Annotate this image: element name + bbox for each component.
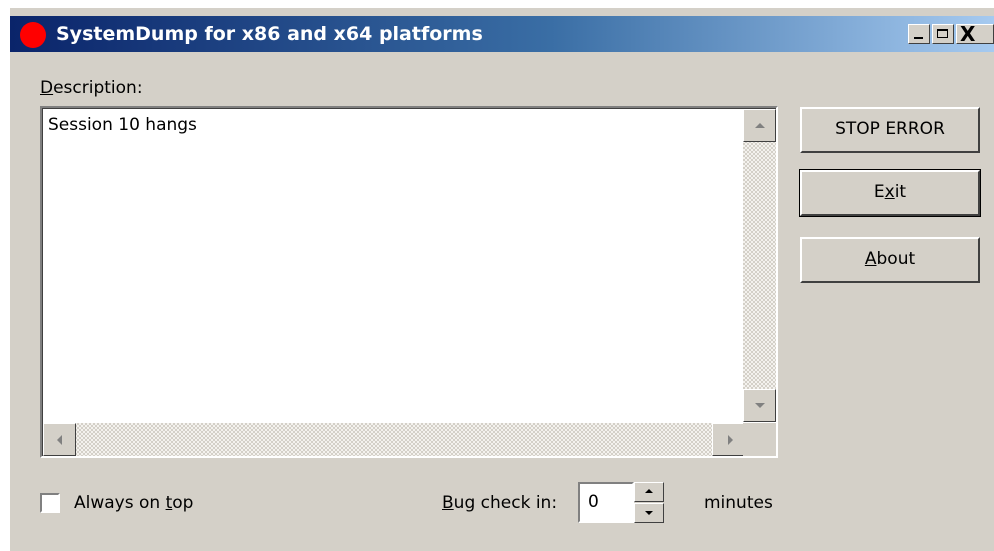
scrollbar-corner xyxy=(743,423,776,456)
scroll-down-button[interactable] xyxy=(743,389,776,422)
always-on-top-label-start: Always on xyxy=(74,493,166,513)
spin-up-icon xyxy=(645,489,653,493)
always-on-top-label-end: op xyxy=(172,493,194,513)
spin-up-button[interactable] xyxy=(634,482,664,502)
scroll-left-button[interactable] xyxy=(43,423,76,456)
horizontal-scrollbar[interactable] xyxy=(43,423,745,456)
description-text: Session 10 hangs xyxy=(48,115,197,135)
minutes-label: minutes xyxy=(704,493,773,513)
close-button[interactable]: X xyxy=(956,22,994,46)
about-button[interactable]: About xyxy=(800,237,980,283)
textarea-inner: Session 10 hangs xyxy=(42,108,776,456)
scroll-right-button[interactable] xyxy=(712,423,745,456)
vertical-scrollbar[interactable] xyxy=(743,109,776,422)
arrow-left-icon xyxy=(57,435,62,445)
systemdump-window: SystemDump for x86 and x64 platforms X D… xyxy=(10,8,994,551)
bug-check-label-rest: ug check in: xyxy=(453,493,558,513)
always-on-top-checkbox[interactable] xyxy=(40,493,60,513)
scroll-up-button[interactable] xyxy=(743,109,776,142)
stop-error-button[interactable]: STOP ERROR xyxy=(800,107,980,153)
minimize-icon xyxy=(914,37,923,39)
exit-label-start: E xyxy=(873,182,885,202)
about-label-rest: bout xyxy=(876,249,916,269)
bug-check-label: Bug check in: xyxy=(442,493,557,513)
window-title: SystemDump for x86 and x64 platforms xyxy=(56,23,483,45)
arrow-up-icon xyxy=(755,123,765,128)
title-bar[interactable]: SystemDump for x86 and x64 platforms X xyxy=(10,16,994,52)
maximize-button[interactable] xyxy=(932,24,954,44)
description-label-rest: escription: xyxy=(53,78,143,98)
exit-label-mnemonic: x xyxy=(884,182,895,202)
always-on-top-label[interactable]: Always on top xyxy=(74,493,193,513)
close-icon: X xyxy=(960,22,976,46)
arrow-right-icon xyxy=(728,435,733,445)
minimize-button[interactable] xyxy=(908,24,930,44)
about-label-mnemonic: A xyxy=(864,249,877,269)
description-label-mnemonic: D xyxy=(40,78,54,98)
exit-label-end: it xyxy=(894,182,907,202)
description-textarea[interactable]: Session 10 hangs xyxy=(40,106,778,458)
bug-check-minutes-input[interactable]: 0 xyxy=(578,482,634,523)
bug-check-spinner[interactable] xyxy=(634,482,664,523)
exit-button[interactable]: Exit xyxy=(799,169,981,217)
description-label: Description: xyxy=(40,78,143,98)
arrow-down-icon xyxy=(755,403,765,408)
spin-down-button[interactable] xyxy=(634,503,664,523)
app-red-circle-icon xyxy=(20,22,46,48)
spin-down-icon xyxy=(645,511,653,515)
bug-check-label-mnemonic: B xyxy=(442,493,454,513)
maximize-icon xyxy=(937,29,948,38)
